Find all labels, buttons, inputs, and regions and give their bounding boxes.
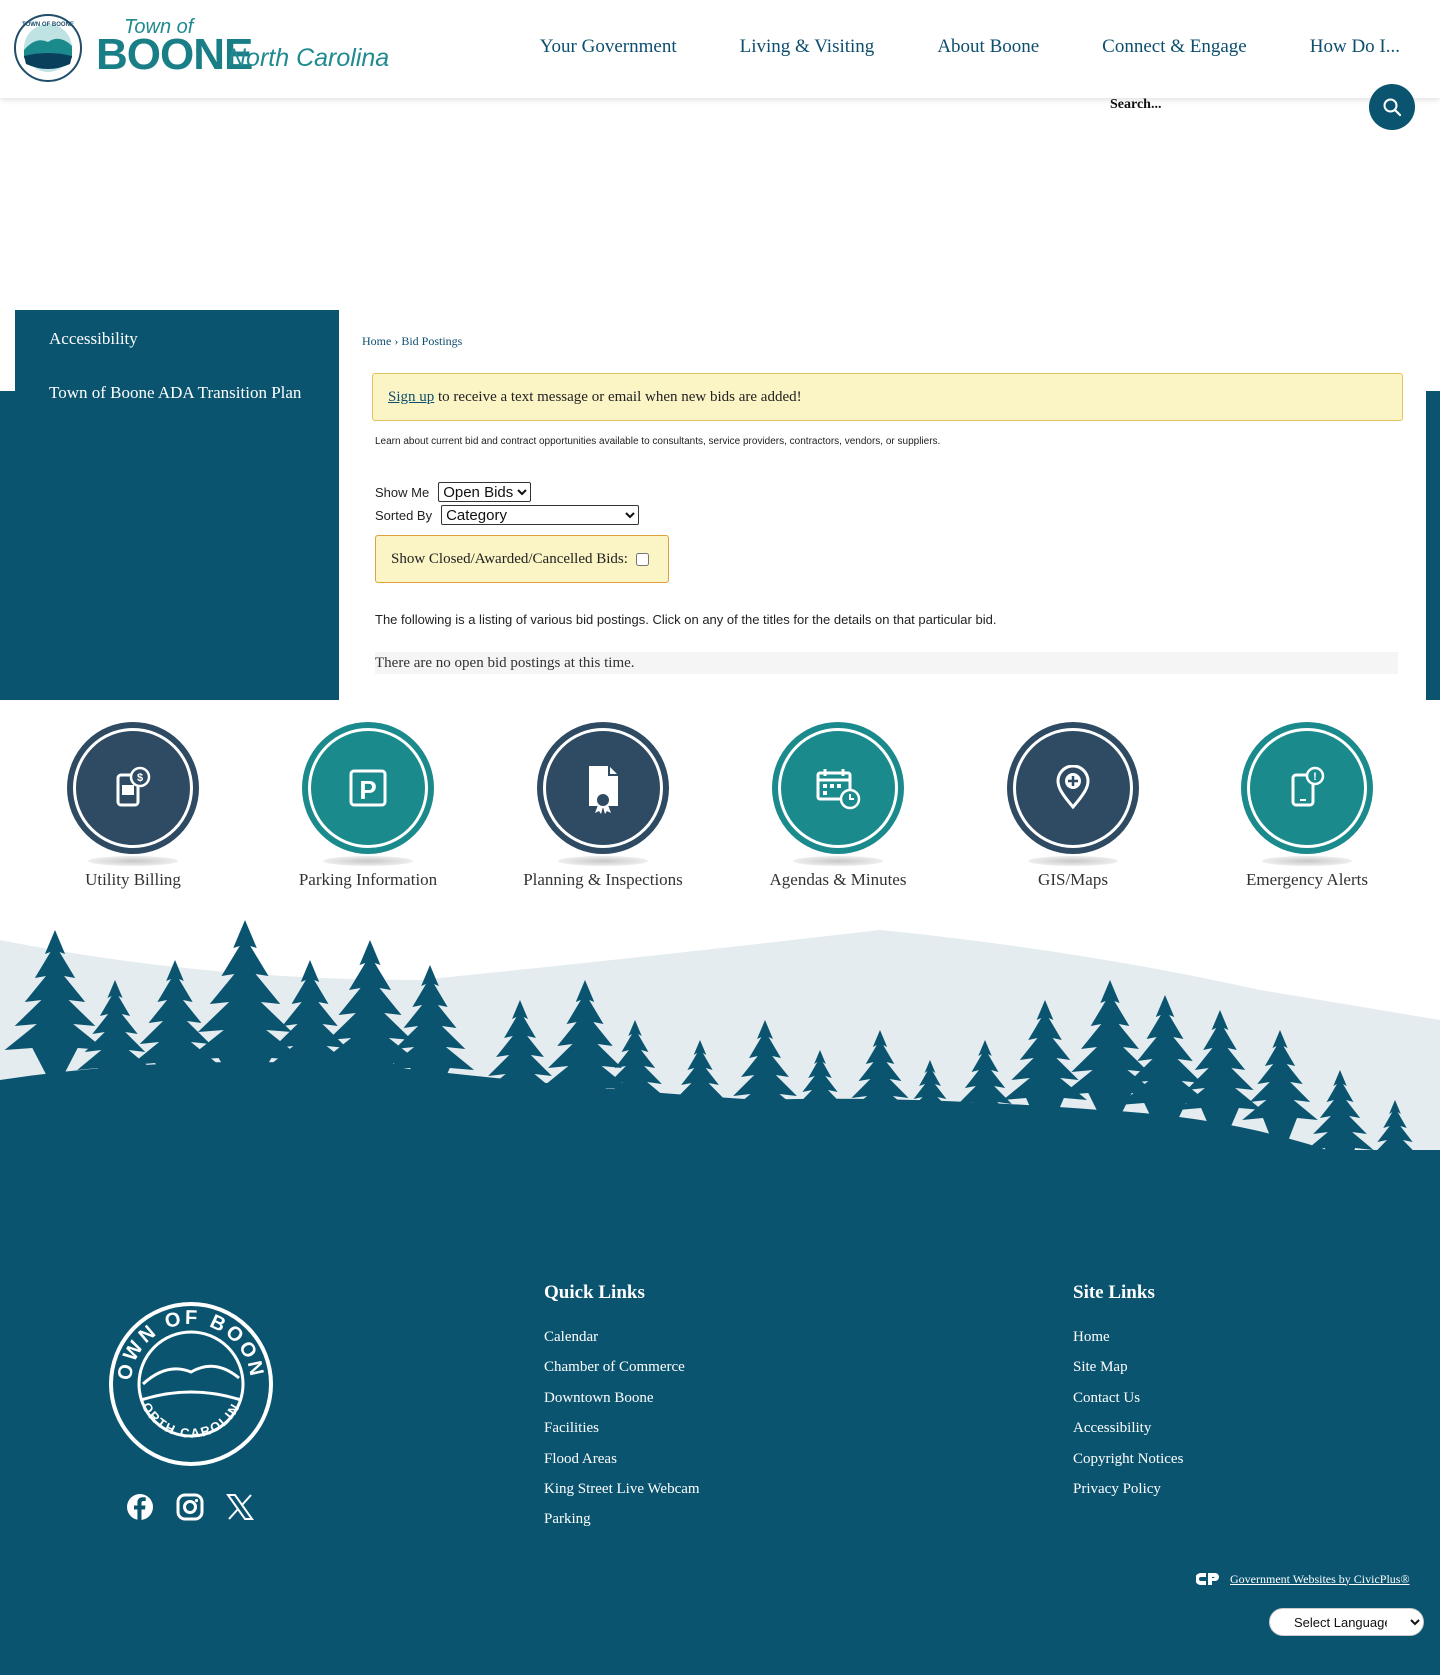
quick-link-agendas[interactable]: Agendas & Minutes [738, 722, 938, 890]
document-award-icon [537, 722, 669, 854]
instagram-icon[interactable] [176, 1493, 204, 1521]
logo-wordmark: Town of BOONE North Carolina [96, 14, 396, 82]
intro-text: Learn about current bid and contract opp… [375, 436, 941, 447]
breadcrumb-separator: › [394, 334, 399, 348]
sorted-by-label: Sorted By [375, 507, 433, 523]
nav-connect-engage[interactable]: Connect & Engage [1102, 36, 1247, 58]
footer-link-chamber[interactable]: Chamber of Commerce [544, 1352, 700, 1382]
footer-quick-links-title: Quick Links [544, 1282, 645, 1303]
footer-link-calendar[interactable]: Calendar [544, 1322, 700, 1352]
show-me-row: Show Me Open Bids [375, 482, 532, 502]
footer-site-links-title: Site Links [1073, 1282, 1155, 1303]
signup-text: to receive a text message or email when … [434, 389, 802, 405]
quick-link-emergency-alerts[interactable]: ! Emergency Alerts [1207, 722, 1407, 890]
footer-link-facilities[interactable]: Facilities [544, 1413, 700, 1443]
breadcrumb-current[interactable]: Bid Postings [401, 334, 462, 348]
footer-link-flood-areas[interactable]: Flood Areas [544, 1444, 700, 1474]
signup-alert: Sign up to receive a text message or ema… [372, 373, 1403, 421]
civicplus-link[interactable]: Government Websites by CivicPlus® [1196, 1571, 1410, 1587]
quick-link-gis-maps[interactable]: GIS/Maps [973, 722, 1173, 890]
sidebar: Accessibility Town of Boone ADA Transiti… [15, 310, 339, 700]
quick-link-label: Planning & Inspections [523, 870, 683, 889]
phone-alert-icon: ! [1241, 722, 1373, 854]
sorted-by-select[interactable]: Category [441, 505, 640, 525]
footer-link-accessibility[interactable]: Accessibility [1073, 1413, 1183, 1443]
quick-link-label: Parking Information [298, 870, 438, 889]
icon-shadow [558, 856, 648, 866]
facebook-icon[interactable] [126, 1493, 154, 1521]
nav-living-visiting[interactable]: Living & Visiting [740, 36, 875, 58]
svg-text:P: P [359, 775, 376, 805]
footer-seal-icon: TOWN OF BOONE NORTH CAROLINA [107, 1300, 273, 1466]
civicplus-text: Government Websites by CivicPlus® [1230, 1571, 1410, 1586]
x-icon[interactable] [226, 1493, 254, 1521]
sidebar-item-accessibility[interactable]: Accessibility [49, 326, 305, 351]
main-content: Home › Bid Postings Sign up to receive a… [339, 310, 1426, 700]
closed-bids-checkbox[interactable] [635, 552, 649, 566]
search-icon [1383, 98, 1402, 117]
site-search [1110, 84, 1415, 130]
footer-link-privacy[interactable]: Privacy Policy [1073, 1474, 1183, 1504]
breadcrumb-home[interactable]: Home [362, 334, 391, 348]
footer-link-site-map[interactable]: Site Map [1073, 1352, 1183, 1382]
quick-link-label: Utility Billing [85, 870, 181, 889]
footer-quick-links: Quick Links Calendar Chamber of Commerce… [544, 1282, 700, 1535]
map-pin-icon [1007, 722, 1139, 854]
icon-shadow [1028, 856, 1118, 866]
town-seal-icon: TOWN OF BOONE [14, 14, 82, 82]
svg-text:TOWN OF BOONE: TOWN OF BOONE [22, 22, 74, 28]
sidebar-item-ada-transition-plan[interactable]: Town of Boone ADA Transition Plan [49, 380, 305, 405]
utility-billing-icon: $ [67, 722, 199, 854]
closed-bids-label: Show Closed/Awarded/Cancelled Bids: [391, 550, 628, 567]
breadcrumb: Home › Bid Postings [362, 334, 462, 349]
quick-link-label: Emergency Alerts [1246, 870, 1368, 889]
search-button[interactable] [1369, 84, 1415, 130]
nav-your-government[interactable]: Your Government [540, 36, 677, 58]
nav-about-boone[interactable]: About Boone [937, 36, 1039, 58]
footer-site-links: Site Links Home Site Map Contact Us Acce… [1073, 1282, 1183, 1504]
social-links [126, 1493, 254, 1521]
main-nav: Your Government Living & Visiting About … [540, 36, 1400, 58]
footer-link-contact[interactable]: Contact Us [1073, 1383, 1183, 1413]
civicplus-icon [1196, 1573, 1219, 1585]
parking-icon: P [302, 722, 434, 854]
site-logo[interactable]: TOWN OF BOONE Town of BOONE North Caroli… [14, 14, 396, 82]
nav-how-do-i[interactable]: How Do I... [1310, 36, 1400, 58]
sorted-by-row: Sorted By Category [375, 505, 640, 525]
logo-state: North Carolina [228, 44, 390, 72]
quick-link-label: GIS/Maps [1038, 870, 1108, 889]
show-me-label: Show Me [375, 484, 430, 500]
footer-link-webcam[interactable]: King Street Live Webcam [544, 1474, 700, 1504]
search-input[interactable] [1110, 92, 1360, 118]
footer-link-home[interactable]: Home [1073, 1322, 1183, 1352]
icon-shadow [88, 856, 178, 866]
quick-links-row: $ Utility Billing P Parking Information … [0, 722, 1440, 902]
footer-link-copyright[interactable]: Copyright Notices [1073, 1444, 1183, 1474]
quick-link-parking[interactable]: P Parking Information [268, 722, 468, 890]
language-select[interactable]: Select Language [1269, 1608, 1424, 1636]
show-me-select[interactable]: Open Bids [438, 482, 532, 502]
svg-text:!: ! [1313, 771, 1317, 783]
closed-bids-toggle: Show Closed/Awarded/Cancelled Bids: [375, 535, 669, 583]
svg-text:$: $ [137, 772, 143, 784]
no-bids-message: There are no open bid postings at this t… [375, 652, 1398, 674]
quick-link-label: Agendas & Minutes [769, 870, 907, 889]
footer-link-parking[interactable]: Parking [544, 1504, 700, 1534]
icon-shadow [323, 856, 413, 866]
listing-description: The following is a listing of various bi… [375, 612, 997, 627]
signup-link[interactable]: Sign up [388, 389, 434, 405]
quick-link-planning[interactable]: Planning & Inspections [503, 722, 703, 890]
calendar-clock-icon [772, 722, 904, 854]
icon-shadow [1262, 856, 1352, 866]
quick-link-utility-billing[interactable]: $ Utility Billing [33, 722, 233, 890]
footer-link-downtown[interactable]: Downtown Boone [544, 1383, 700, 1413]
icon-shadow [793, 856, 883, 866]
